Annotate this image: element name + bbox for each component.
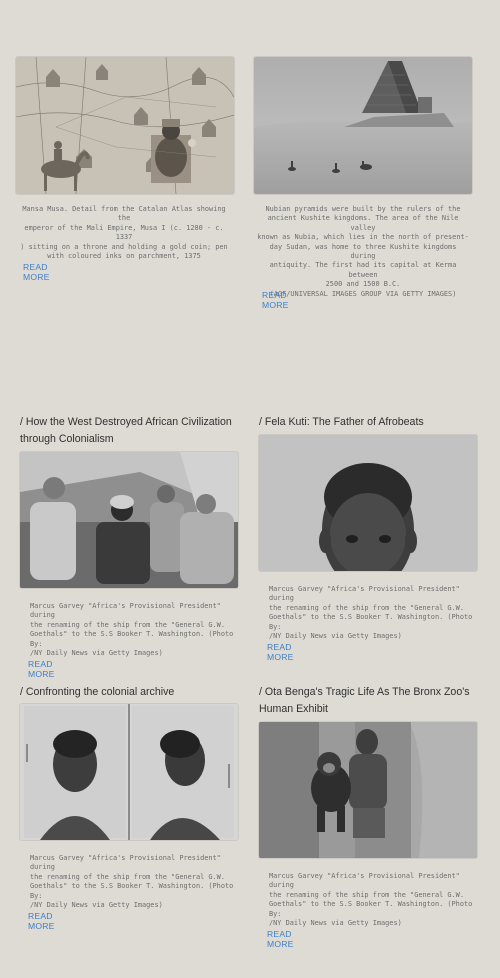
read-more-link[interactable]: READ MORE [267, 929, 294, 949]
image-caption: Nubian pyramids were built by the rulers… [257, 205, 469, 298]
article-title[interactable]: / How the West Destroyed African Civiliz… [20, 414, 235, 448]
article-title[interactable]: / Confronting the colonial archive [20, 684, 235, 701]
article-title[interactable]: / Ota Benga's Tragic Life As The Bronx Z… [259, 684, 474, 718]
image-caption: Marcus Garvey "Africa's Provisional Pres… [30, 854, 234, 910]
read-more-link[interactable]: READ MORE [28, 659, 55, 679]
read-more-link[interactable]: READ MORE [267, 642, 294, 662]
image-caption: Marcus Garvey "Africa's Provisional Pres… [269, 585, 473, 641]
image-caption: Mansa Musa. Detail from the Catalan Atla… [20, 205, 228, 261]
read-more-link[interactable]: READ MORE [262, 290, 289, 310]
catalan-atlas-image[interactable] [16, 57, 234, 194]
archive-portraits-image[interactable] [20, 704, 238, 840]
read-more-link[interactable]: READ MORE [28, 911, 55, 931]
ota-benga-photo[interactable] [259, 722, 477, 858]
article-title[interactable]: / Fela Kuti: The Father of Afrobeats [259, 414, 474, 431]
image-caption: Marcus Garvey "Africa's Provisional Pres… [30, 602, 234, 658]
nubian-pyramids-image[interactable] [254, 57, 472, 194]
read-more-link[interactable]: READ MORE [23, 262, 50, 282]
colonial-group-photo[interactable] [20, 452, 238, 588]
fela-kuti-portrait[interactable] [259, 435, 477, 571]
image-caption: Marcus Garvey "Africa's Provisional Pres… [269, 872, 473, 928]
